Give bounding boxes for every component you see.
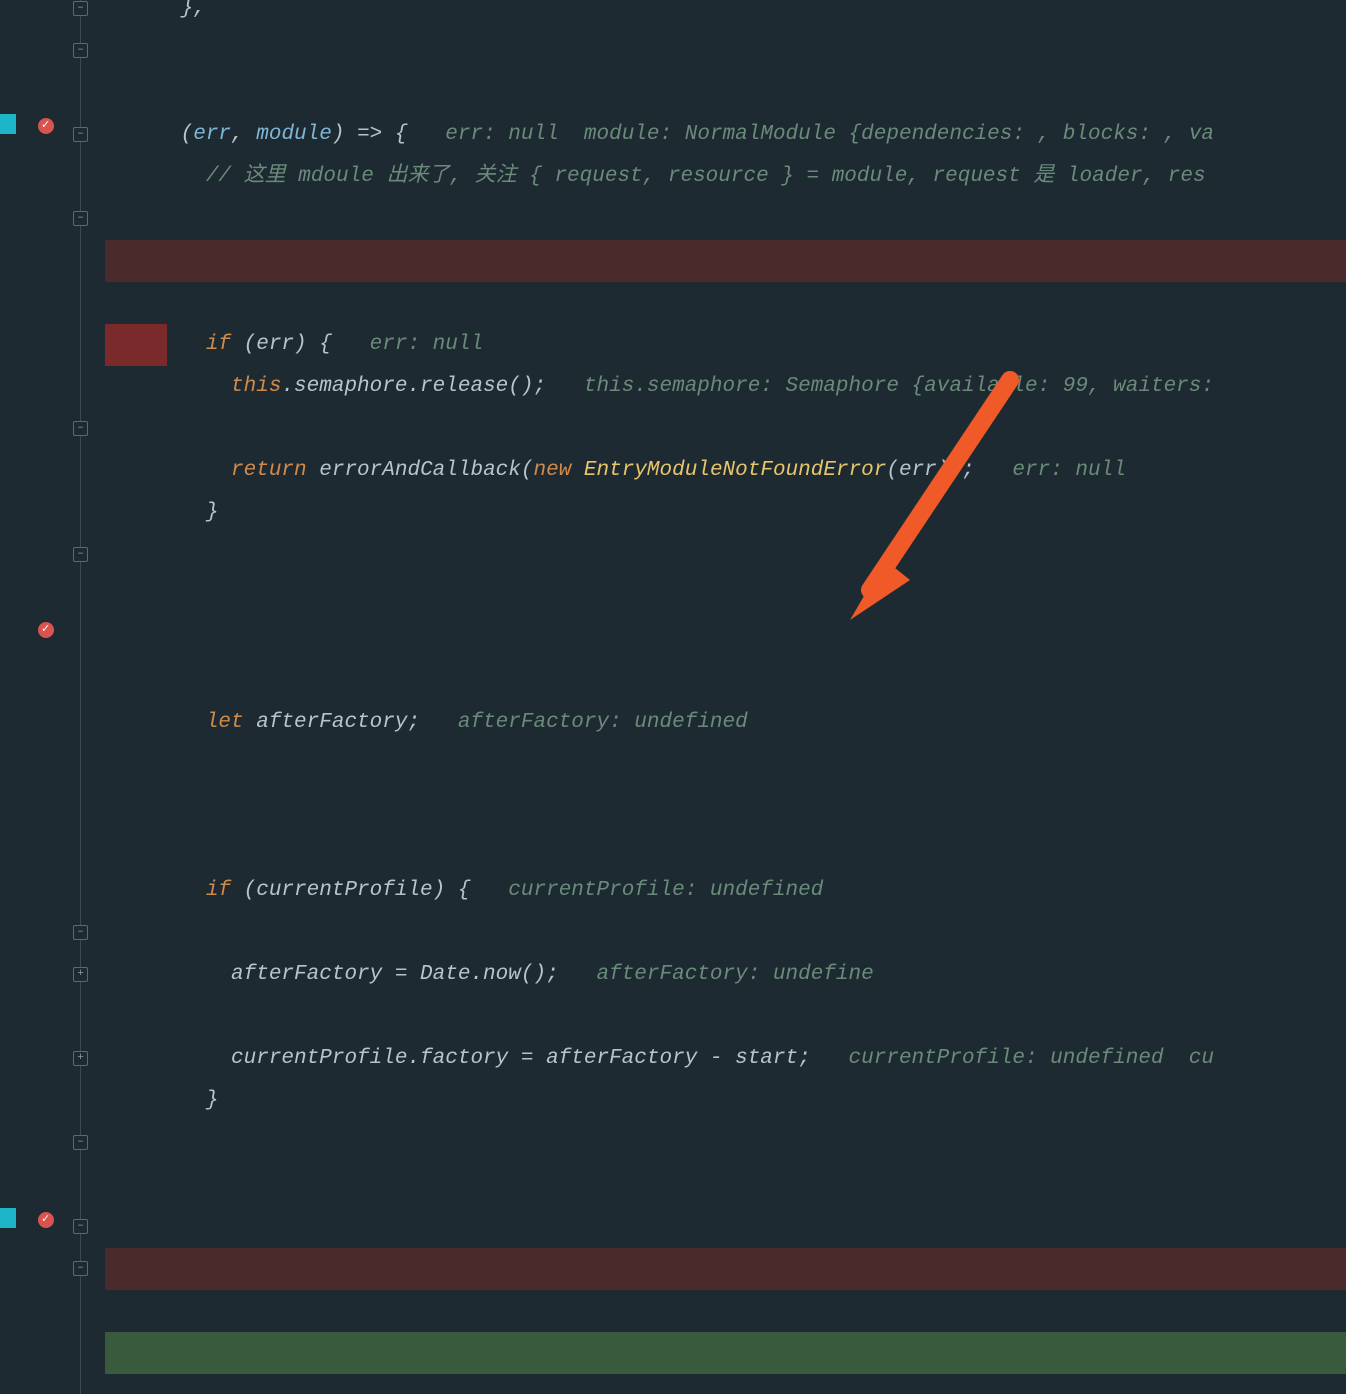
breakpoint-icon[interactable] [38,118,54,134]
code-text: }, [105,0,206,30]
fold-collapse-icon[interactable] [73,1219,88,1234]
inline-hint: currentProfile: undefined [508,879,823,902]
fold-collapse-icon[interactable] [73,127,88,142]
code-line[interactable]: module = addModuleResult.module; module:… [105,1332,1346,1374]
inline-hint: err: null module: NormalModule {dependen… [445,123,1214,146]
fold-collapse-icon[interactable] [73,421,88,436]
code-line[interactable]: // 这里 mdoule 出来了, 关注 { request, resource… [105,156,1346,198]
code-editor[interactable]: }, (err, module) => { err: null module: … [0,0,1346,1394]
inline-hint: err: null [1012,459,1125,482]
code-line[interactable]: } [105,1080,1346,1122]
fold-collapse-icon[interactable] [73,1261,88,1276]
code-line[interactable]: const addModuleResult = this.addModule(m… [105,1248,1346,1290]
inline-hint: currentProfile: undefined cu [849,1047,1214,1070]
inline-hint: this.semaphore: Semaphore {available: 99… [584,375,1214,398]
fold-collapse-icon[interactable] [73,1,88,16]
code-line[interactable]: afterFactory = Date.now(); afterFactory:… [105,912,1346,954]
code-line[interactable]: if (currentProfile) { currentProfile: un… [105,828,1346,870]
fold-collapse-icon[interactable] [73,925,88,940]
bookmark-icon[interactable] [0,114,16,134]
code-line[interactable]: this.semaphore.release(); this.semaphore… [105,324,1346,366]
code-line[interactable] [105,744,1346,786]
fold-expand-icon[interactable] [73,1051,88,1066]
code-line[interactable] [105,576,1346,618]
fold-collapse-icon[interactable] [73,547,88,562]
code-line[interactable]: if (err) { err: null [105,240,1346,282]
code-line[interactable]: } [105,492,1346,534]
code-line[interactable]: currentProfile.factory = afterFactory - … [105,996,1346,1038]
inline-hint: afterFactory: undefine [596,963,873,986]
breakpoint-icon[interactable] [38,622,54,638]
fold-expand-icon[interactable] [73,967,88,982]
fold-collapse-icon[interactable] [73,211,88,226]
gutter [0,0,105,1394]
code-line[interactable]: let afterFactory; afterFactory: undefine… [105,660,1346,702]
fold-collapse-icon[interactable] [73,43,88,58]
code-line[interactable]: }, [105,0,1346,30]
inline-hint: afterFactory: undefined [458,711,748,734]
code-line[interactable] [105,1164,1346,1206]
code-line[interactable]: (err, module) => { err: null module: Nor… [105,72,1346,114]
fold-collapse-icon[interactable] [73,1135,88,1150]
breakpoint-icon[interactable] [38,1212,54,1228]
fold-gutter [70,0,105,1394]
bookmark-icon[interactable] [0,1208,16,1228]
code-line[interactable]: return errorAndCallback(new EntryModuleN… [105,408,1346,450]
code-area[interactable]: }, (err, module) => { err: null module: … [105,0,1346,1394]
